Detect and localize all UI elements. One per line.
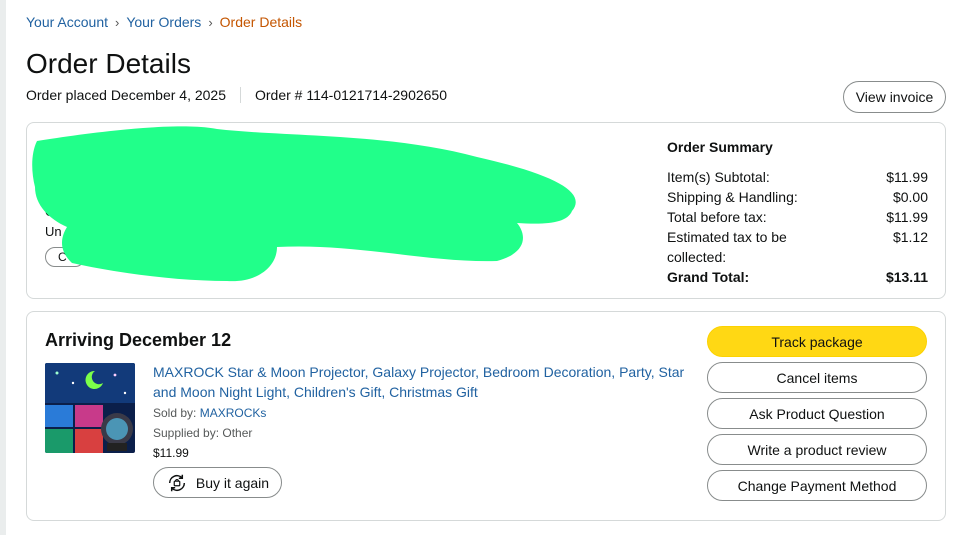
- summary-row-subtotal: Item(s) Subtotal: $11.99: [667, 167, 928, 187]
- order-number: Order # 114-0121714-2902650: [255, 87, 448, 103]
- write-review-button[interactable]: Write a product review: [707, 434, 927, 465]
- summary-value: $0.00: [892, 189, 928, 205]
- summary-row-shipping: Shipping & Handling: $0.00: [667, 187, 928, 207]
- meta-divider: [240, 87, 241, 103]
- breadcrumb-your-orders[interactable]: Your Orders: [126, 14, 201, 30]
- buy-it-again-label: Buy it again: [195, 474, 270, 491]
- order-summary-card: S O Un C Order Summary Item(s) Subtotal:…: [26, 122, 946, 299]
- summary-label: Shipping & Handling:: [667, 189, 798, 205]
- breadcrumb-separator: ›: [208, 14, 213, 30]
- breadcrumb-your-account[interactable]: Your Account: [26, 14, 108, 30]
- sold-by-label: Sold by:: [153, 406, 200, 420]
- product-title-link[interactable]: MAXROCK Star & Moon Projector, Galaxy Pr…: [153, 362, 698, 402]
- cancel-items-button[interactable]: Cancel items: [707, 362, 927, 393]
- shipment-actions: Track package Cancel items Ask Product Q…: [707, 326, 928, 506]
- page-title: Order Details: [26, 48, 191, 79]
- order-meta: Order placed December 4, 2025 Order # 11…: [26, 87, 447, 103]
- redaction-scribble: [32, 126, 576, 282]
- buy-again-cycle-icon: [168, 474, 185, 491]
- change-payment-method-button[interactable]: Change Payment Method: [707, 470, 927, 501]
- order-summary-heading: Order Summary: [667, 139, 773, 155]
- summary-row-before-tax: Total before tax: $11.99: [667, 207, 928, 227]
- sold-by: Sold by: MAXROCKs: [153, 406, 266, 420]
- summary-label: Item(s) Subtotal:: [667, 169, 770, 185]
- supplied-by: Supplied by: Other: [153, 426, 253, 440]
- arrival-heading: Arriving December 12: [45, 330, 232, 350]
- order-summary: Order Summary Item(s) Subtotal: $11.99 S…: [667, 137, 928, 287]
- breadcrumb: Your Account › Your Orders › Order Detai…: [26, 14, 302, 30]
- ask-product-question-button[interactable]: Ask Product Question: [707, 398, 927, 429]
- product-image[interactable]: [45, 363, 135, 453]
- summary-label: Estimated tax to be collected:: [667, 229, 787, 265]
- seller-link[interactable]: MAXROCKs: [200, 406, 267, 420]
- summary-label: Total before tax:: [667, 209, 767, 225]
- view-invoice-button[interactable]: View invoice: [843, 81, 946, 113]
- order-placed-date: Order placed December 4, 2025: [26, 87, 226, 103]
- buy-it-again-button[interactable]: Buy it again: [153, 467, 282, 498]
- summary-label: Grand Total:: [667, 269, 750, 285]
- track-package-button[interactable]: Track package: [707, 326, 927, 357]
- breadcrumb-separator: ›: [115, 14, 120, 30]
- summary-value: $11.99: [886, 169, 928, 185]
- left-gutter: [0, 0, 6, 535]
- summary-value: $11.99: [886, 209, 928, 225]
- shipment-card: Arriving December 12 MAXROCK Star & Moon…: [26, 311, 946, 521]
- summary-value: $1.12: [892, 229, 928, 245]
- breadcrumb-current: Order Details: [219, 14, 303, 30]
- summary-value: $13.11: [885, 269, 928, 285]
- summary-row-tax: Estimated tax to be collected: $1.12: [667, 227, 928, 267]
- item-price: $11.99: [153, 446, 189, 460]
- summary-row-grand-total: Grand Total: $13.11: [667, 267, 928, 287]
